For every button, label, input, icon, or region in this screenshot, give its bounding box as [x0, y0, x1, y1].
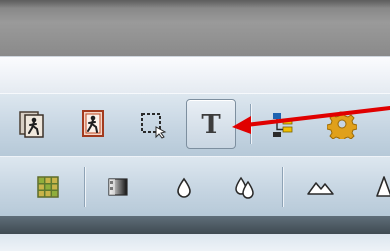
cone-icon[interactable]	[360, 163, 390, 211]
image-frame-figure-red-icon[interactable]	[68, 100, 116, 148]
gear-icon[interactable]	[318, 100, 366, 148]
text-tool-icon: T	[201, 110, 221, 140]
gradient-fill-icon[interactable]	[94, 163, 142, 211]
menu-strip	[0, 56, 390, 94]
water-drop-icon[interactable]	[160, 163, 208, 211]
main-toolbar: T	[0, 93, 390, 157]
marquee-selection-icon[interactable]	[128, 100, 176, 148]
mountain-landscape-icon[interactable]	[296, 163, 344, 211]
flowchart-icon[interactable]	[258, 100, 306, 148]
canvas-area	[0, 234, 390, 251]
secondary-toolbar	[0, 156, 390, 218]
image-frame-figure-icon[interactable]	[8, 100, 56, 148]
toolbar-separator	[250, 104, 251, 144]
toolbar-separator	[282, 167, 283, 207]
grid-icon[interactable]	[24, 163, 72, 211]
panel-divider	[0, 216, 390, 234]
text-tool-button[interactable]: T	[186, 99, 236, 149]
double-drop-icon[interactable]	[220, 163, 268, 211]
window-titlebar-area	[0, 0, 390, 56]
toolbar-separator	[84, 167, 85, 207]
